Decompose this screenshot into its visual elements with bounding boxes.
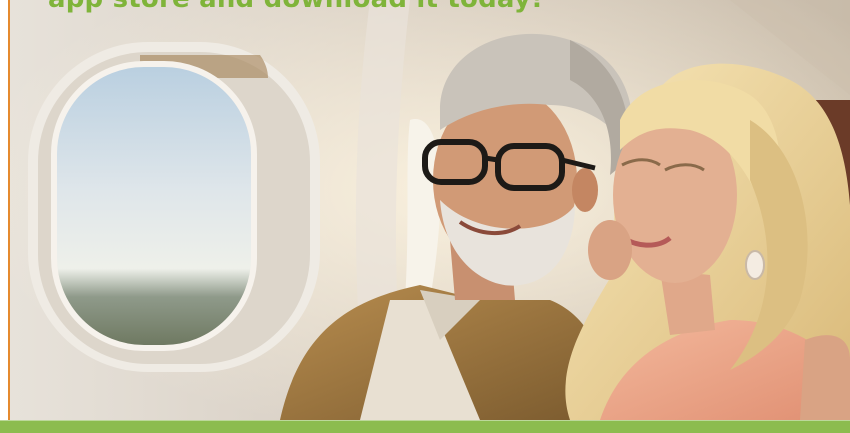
footer-band (0, 420, 850, 433)
hero-photo (10, 0, 850, 420)
promo-banner: app store and download it today! (0, 0, 850, 433)
promo-headline: app store and download it today! (48, 0, 543, 14)
hero-photo-illustration (10, 0, 850, 420)
left-accent-border (0, 0, 10, 420)
